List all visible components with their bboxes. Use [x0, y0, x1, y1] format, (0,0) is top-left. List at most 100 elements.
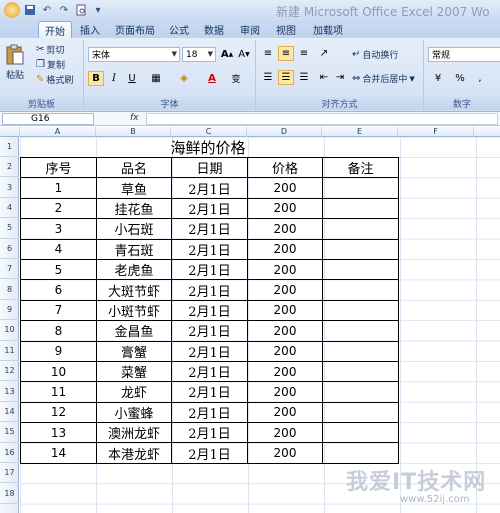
row-header[interactable]: 14	[0, 402, 19, 423]
underline-button[interactable]: U	[124, 71, 140, 86]
table-cell[interactable]: 小石斑	[96, 218, 172, 240]
table-cell[interactable]: 2月1日	[171, 422, 248, 444]
column-header-f[interactable]: F	[398, 127, 474, 137]
table-cell[interactable]: 2月1日	[171, 238, 248, 260]
table-cell[interactable]: 本港龙虾	[96, 442, 172, 464]
wrap-text-button[interactable]: ↵ 自动换行	[352, 48, 398, 61]
table-cell[interactable]: 2月1日	[171, 218, 248, 240]
table-cell[interactable]: 200	[247, 299, 323, 322]
formula-input[interactable]	[146, 113, 498, 125]
column-heading[interactable]: 日期	[171, 156, 248, 179]
table-cell[interactable]	[322, 340, 399, 362]
table-cell[interactable]: 2月1日	[171, 360, 248, 383]
grow-font-icon[interactable]: A ▲	[219, 47, 235, 62]
tab-formulas[interactable]: 公式	[165, 21, 193, 38]
align-bottom-icon[interactable]: ≡	[296, 46, 312, 61]
row-header[interactable]: 7	[0, 259, 19, 280]
copy-button[interactable]: ❐ 复制	[36, 58, 65, 71]
table-cell[interactable]: 11	[20, 381, 97, 403]
column-heading[interactable]: 备注	[322, 156, 399, 179]
row-header[interactable]: 1	[0, 137, 19, 157]
table-cell[interactable]: 200	[247, 218, 323, 240]
row-header[interactable]: 12	[0, 361, 19, 382]
table-cell[interactable]: 9	[20, 340, 97, 362]
table-cell[interactable]: 2月1日	[171, 340, 248, 362]
table-cell[interactable]	[322, 197, 399, 220]
table-cell[interactable]	[322, 422, 399, 444]
table-cell[interactable]: 8	[20, 320, 97, 342]
align-left-icon[interactable]: ☰	[260, 70, 276, 85]
column-heading[interactable]: 品名	[96, 156, 172, 179]
align-middle-icon[interactable]: ≡	[278, 46, 294, 61]
table-cell[interactable]: 小蜜蜂	[96, 401, 172, 424]
column-heading[interactable]: 价格	[247, 156, 323, 179]
table-cell[interactable]: 14	[20, 442, 97, 464]
table-cell[interactable]: 200	[247, 422, 323, 444]
phonetic-icon[interactable]: 变	[228, 71, 244, 86]
shrink-font-icon[interactable]: A ▼	[236, 47, 252, 62]
tab-view[interactable]: 视图	[272, 21, 300, 38]
bold-button[interactable]: B	[88, 71, 104, 86]
decrease-indent-icon[interactable]: ⇤	[316, 70, 332, 85]
row-header[interactable]: 13	[0, 381, 19, 402]
align-right-icon[interactable]: ☰	[296, 70, 312, 85]
table-cell[interactable]	[322, 320, 399, 342]
table-cell[interactable]: 200	[247, 177, 323, 199]
tab-page-layout[interactable]: 页面布局	[110, 21, 160, 38]
format-painter-button[interactable]: ✎ 格式刷	[36, 73, 73, 86]
select-all-corner[interactable]	[0, 127, 20, 137]
table-cell[interactable]: 老虎鱼	[96, 258, 172, 281]
table-cell[interactable]: 菜蟹	[96, 360, 172, 383]
table-cell[interactable]: 2月1日	[171, 442, 248, 464]
table-cell[interactable]: 200	[247, 238, 323, 260]
table-cell[interactable]	[322, 299, 399, 322]
office-button-icon[interactable]	[4, 2, 20, 18]
comma-button[interactable]: ,	[472, 71, 488, 86]
undo-icon[interactable]: ↶	[40, 3, 54, 17]
tab-addins[interactable]: 加载项	[308, 21, 348, 38]
borders-icon[interactable]: ▦	[148, 71, 164, 86]
column-header-b[interactable]: B	[96, 127, 171, 137]
table-cell[interactable]	[322, 381, 399, 403]
table-cell[interactable]: 大斑节虾	[96, 279, 172, 301]
print-preview-icon[interactable]	[74, 3, 88, 17]
table-cell[interactable]: 膏蟹	[96, 340, 172, 362]
row-header[interactable]: 6	[0, 239, 19, 259]
number-format-select[interactable]: 常规	[428, 47, 500, 62]
table-cell[interactable]: 200	[247, 258, 323, 281]
tab-review[interactable]: 审阅	[236, 21, 264, 38]
row-header[interactable]: 9	[0, 300, 19, 321]
table-cell[interactable]	[322, 258, 399, 281]
table-cell[interactable]: 2	[20, 197, 97, 220]
table-cell[interactable]: 3	[20, 218, 97, 240]
table-cell[interactable]: 12	[20, 401, 97, 424]
table-cell[interactable]	[322, 442, 399, 464]
row-header[interactable]: 11	[0, 341, 19, 361]
table-cell[interactable]: 200	[247, 279, 323, 301]
table-cell[interactable]: 龙虾	[96, 381, 172, 403]
column-header-d[interactable]: D	[247, 127, 322, 137]
table-cell[interactable]: 金昌鱼	[96, 320, 172, 342]
currency-icon[interactable]: ¥	[430, 71, 446, 86]
sheet-title[interactable]: 海鲜的价格	[20, 137, 396, 157]
table-cell[interactable]: 2月1日	[171, 177, 248, 199]
row-header[interactable]: 2	[0, 157, 19, 178]
column-header-c[interactable]: C	[171, 127, 247, 137]
italic-button[interactable]: I	[106, 71, 122, 86]
tab-insert[interactable]: 插入	[75, 21, 105, 38]
percent-button[interactable]: %	[452, 71, 468, 86]
table-cell[interactable]: 6	[20, 279, 97, 301]
table-cell[interactable]: 挂花鱼	[96, 197, 172, 220]
row-header[interactable]: 10	[0, 320, 19, 341]
redo-icon[interactable]: ↷	[57, 3, 71, 17]
row-header[interactable]: 8	[0, 279, 19, 300]
table-cell[interactable]: 200	[247, 381, 323, 403]
table-cell[interactable]: 7	[20, 299, 97, 322]
name-box[interactable]: G16	[2, 113, 94, 125]
font-size-select[interactable]: 18 ▼	[182, 47, 216, 62]
customize-toolbar-icon[interactable]: ▾	[91, 3, 105, 17]
table-cell[interactable]: 10	[20, 360, 97, 383]
table-cell[interactable]: 200	[247, 401, 323, 424]
table-cell[interactable]	[322, 360, 399, 383]
table-cell[interactable]: 5	[20, 258, 97, 281]
